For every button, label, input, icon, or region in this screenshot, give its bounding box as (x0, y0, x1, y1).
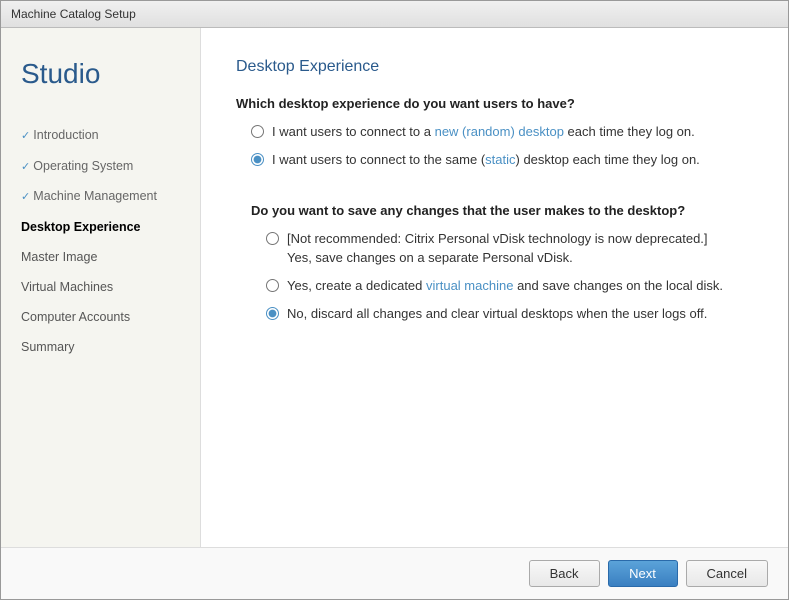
desktop-experience-options: I want users to connect to a new (random… (251, 123, 753, 179)
suboption3-radio[interactable] (266, 307, 279, 320)
suboption3-label[interactable]: No, discard all changes and clear virtua… (287, 305, 707, 323)
footer: Back Next Cancel (1, 547, 788, 599)
option2-highlight: static (485, 152, 515, 167)
main-panel: Desktop Experience Which desktop experie… (201, 28, 788, 547)
option1-item: I want users to connect to a new (random… (251, 123, 753, 141)
option2-radio[interactable] (251, 153, 264, 166)
next-button[interactable]: Next (608, 560, 678, 587)
page-title: Desktop Experience (236, 58, 753, 76)
option1-highlight: new (random) desktop (435, 124, 564, 139)
save-changes-section: Do you want to save any changes that the… (251, 203, 753, 333)
sidebar-item-summary[interactable]: Summary (1, 332, 200, 362)
suboption1-item: [Not recommended: Citrix Personal vDisk … (266, 230, 753, 266)
suboption3-item: No, discard all changes and clear virtua… (266, 305, 753, 323)
suboption1-label[interactable]: [Not recommended: Citrix Personal vDisk … (287, 230, 708, 266)
sidebar-item-machine-management[interactable]: Machine Management (1, 181, 200, 212)
option2-item: I want users to connect to the same (sta… (251, 151, 753, 169)
option1-label[interactable]: I want users to connect to a new (random… (272, 123, 695, 141)
suboption1-radio[interactable] (266, 232, 279, 245)
window-title: Machine Catalog Setup (11, 7, 136, 21)
sidebar-item-computer-accounts[interactable]: Computer Accounts (1, 302, 200, 332)
studio-logo: Studio (1, 48, 200, 120)
option2-label[interactable]: I want users to connect to the same (sta… (272, 151, 700, 169)
back-button[interactable]: Back (529, 560, 600, 587)
sidebar-item-master-image[interactable]: Master Image (1, 242, 200, 272)
suboption2-item: Yes, create a dedicated virtual machine … (266, 277, 753, 295)
sidebar-item-operating-system[interactable]: Operating System (1, 151, 200, 182)
sidebar-item-virtual-machines[interactable]: Virtual Machines (1, 272, 200, 302)
title-bar: Machine Catalog Setup (1, 1, 788, 28)
save-changes-options: [Not recommended: Citrix Personal vDisk … (266, 230, 753, 323)
suboption2-highlight: virtual machine (426, 278, 513, 293)
suboption2-label[interactable]: Yes, create a dedicated virtual machine … (287, 277, 723, 295)
option1-radio[interactable] (251, 125, 264, 138)
question2: Do you want to save any changes that the… (251, 203, 753, 218)
cancel-button[interactable]: Cancel (686, 560, 768, 587)
sidebar-item-desktop-experience[interactable]: Desktop Experience (1, 212, 200, 242)
question1: Which desktop experience do you want use… (236, 96, 753, 111)
sidebar: Studio Introduction Operating System Mac… (1, 28, 201, 547)
sidebar-item-introduction[interactable]: Introduction (1, 120, 200, 151)
machine-catalog-setup-window: Machine Catalog Setup Studio Introductio… (0, 0, 789, 600)
content-area: Studio Introduction Operating System Mac… (1, 28, 788, 547)
suboption2-radio[interactable] (266, 279, 279, 292)
